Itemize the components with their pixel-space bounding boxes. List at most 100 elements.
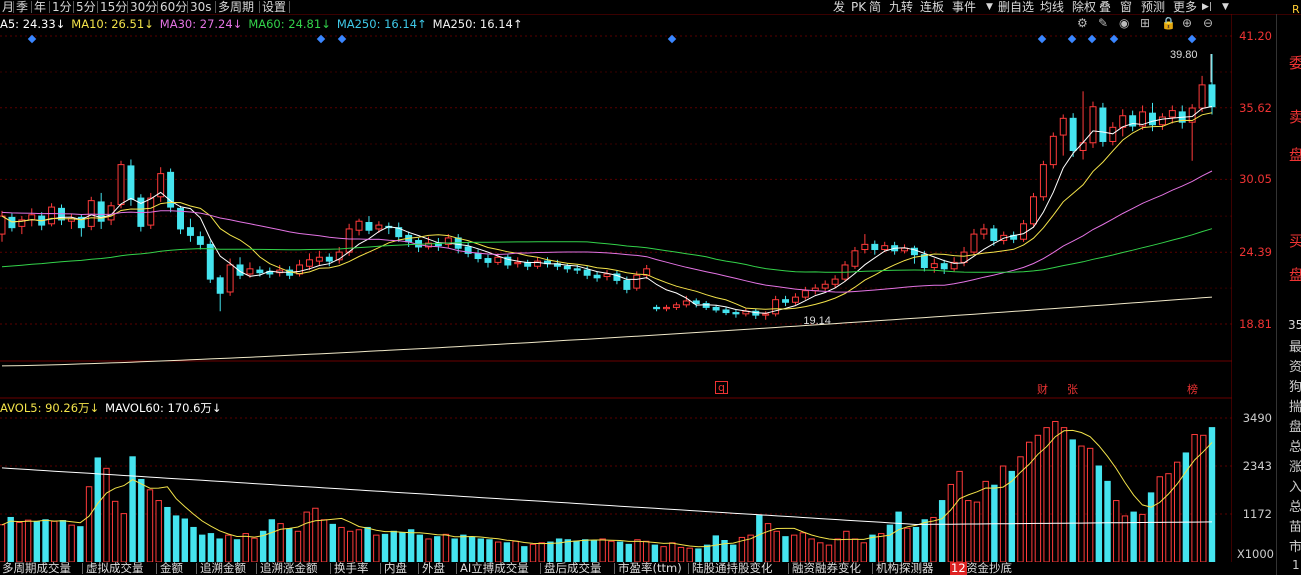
basket-icon[interactable]: ⊞ <box>1140 16 1150 30</box>
indicator-tab-11[interactable]: 陆股通持股变化 <box>692 562 773 575</box>
kline-chart: 39.80 19.14 <box>0 14 1232 575</box>
settings-icon[interactable]: ⚙ <box>1077 16 1088 30</box>
volume-bar <box>347 530 354 563</box>
side-panel-text: 35 <box>1288 318 1301 332</box>
event-tag-q[interactable]: q <box>715 381 728 394</box>
side-panel-text: 最 <box>1289 340 1301 355</box>
tab-separator <box>380 563 381 574</box>
eye-icon[interactable]: ◉ <box>1119 16 1129 30</box>
price-tick-label: 18.81 <box>1239 317 1272 331</box>
candle-body <box>296 264 304 275</box>
tab-separator <box>614 563 615 574</box>
candle-body <box>474 252 482 260</box>
candle-body <box>990 228 998 242</box>
volume-bar <box>51 520 58 563</box>
indicator-tab-8[interactable]: AI立搏成交量 <box>460 562 529 575</box>
indicator-tab-1[interactable]: 虚拟成交量 <box>86 562 144 575</box>
ma250-line <box>1 296 1213 367</box>
candle-body <box>1168 110 1176 118</box>
volume-bar <box>373 534 380 563</box>
price-tick-label: 24.39 <box>1239 245 1272 260</box>
candle-body <box>355 220 363 231</box>
volume-bar <box>486 539 493 563</box>
candle-body <box>315 256 323 262</box>
volume-bar <box>320 519 328 563</box>
volume-bar <box>669 542 676 563</box>
price-tick-label: 41.20 <box>1239 29 1272 43</box>
tab-separator <box>82 563 83 574</box>
candle-body <box>1059 117 1067 136</box>
candle-body <box>583 269 591 276</box>
volume-bar <box>660 546 667 563</box>
volume-bar <box>460 534 467 563</box>
volume-bar <box>120 513 128 563</box>
indicator-tab-5[interactable]: 换手率 <box>334 562 369 575</box>
side-panel-text: 委 <box>1289 54 1301 72</box>
volume-bar <box>33 521 41 563</box>
zoom-out-icon[interactable]: ⊖ <box>1203 16 1213 30</box>
volume-bar <box>416 534 424 563</box>
indicator-tab-4[interactable]: 追溯涨金额 <box>260 562 318 575</box>
candle-body <box>1208 84 1216 108</box>
volume-bar <box>843 530 850 563</box>
candle-body <box>534 260 542 267</box>
volume-bar <box>68 524 75 563</box>
volume-bar <box>1208 427 1216 563</box>
volume-tick-label: 1172 <box>1242 507 1272 521</box>
event-tag-bang[interactable]: 榜 <box>1187 381 1198 397</box>
volume-bar <box>799 532 807 563</box>
volume-bar <box>1104 480 1111 563</box>
volume-bar <box>973 501 981 563</box>
indicator-tab-3[interactable]: 追溯金额 <box>200 562 246 575</box>
volume-legend: AVOL5: 90.26万↓ MAVOL60: 170.6万↓ <box>0 401 228 415</box>
event-tag-zhang[interactable]: 张 <box>1067 381 1078 397</box>
volume-bar <box>434 536 441 563</box>
indicator-tab-10[interactable]: 市盈率(ttm) <box>618 562 682 575</box>
volume-bar <box>756 514 763 563</box>
indicator-tab-2[interactable]: 金额 <box>160 562 183 575</box>
event-tag-cai[interactable]: 财 <box>1037 381 1048 397</box>
indicator-tab-0[interactable]: 多周期成交量 <box>2 562 71 575</box>
candle-body <box>117 164 125 206</box>
indicator-tab-7[interactable]: 外盘 <box>422 562 445 575</box>
candle-body <box>980 228 988 235</box>
candle-body <box>1079 142 1087 151</box>
volume-bar <box>808 538 815 563</box>
candle-body <box>1020 223 1028 240</box>
candle-body <box>861 243 869 251</box>
zoom-in-icon[interactable]: ⊕ <box>1182 16 1192 30</box>
volume-bar <box>451 538 458 563</box>
volume-bar <box>625 543 632 563</box>
indicator-tab-14[interactable]: 资金抄底 <box>966 562 1012 575</box>
indicator-tab-13[interactable]: 机构探测器 <box>876 562 934 575</box>
pen-icon[interactable]: ✎ <box>1098 16 1108 30</box>
volume-bar <box>1052 420 1059 563</box>
side-panel-text: 盘 <box>1289 146 1301 164</box>
lock-icon[interactable]: 🔒 <box>1161 16 1176 30</box>
volume-bar <box>764 523 772 563</box>
candle-body <box>801 290 809 298</box>
candle-body <box>623 279 631 290</box>
indicator-tab-9[interactable]: 盘后成交量 <box>544 562 602 575</box>
candle-body <box>1030 196 1037 225</box>
indicator-tab-6[interactable]: 内盘 <box>384 562 407 575</box>
volume-bar <box>181 518 189 563</box>
candle-body <box>1198 84 1206 109</box>
volume-bar <box>399 532 406 563</box>
volume-bar <box>895 511 902 563</box>
volume-bar <box>390 530 397 563</box>
volume-bar <box>1113 500 1120 563</box>
volume-bar <box>965 500 972 563</box>
volume-bar <box>616 541 624 563</box>
indicator-tabs: 多周期成交量 虚拟成交量 金额 追溯金额 追溯涨金额 换手率 内盘 外盘 AI立搏成交量 盘后成交… <box>0 562 1232 575</box>
volume-bar <box>129 456 136 563</box>
volume-bar <box>834 538 841 563</box>
volume-bar <box>16 521 23 563</box>
candle-body <box>702 303 710 308</box>
candle-body <box>494 256 502 263</box>
tab-separator <box>540 563 541 574</box>
candle-body <box>246 268 254 275</box>
indicator-tab-12[interactable]: 融资融券变化 <box>792 562 861 575</box>
volume-bar <box>355 529 363 563</box>
volume-bar <box>686 547 693 563</box>
